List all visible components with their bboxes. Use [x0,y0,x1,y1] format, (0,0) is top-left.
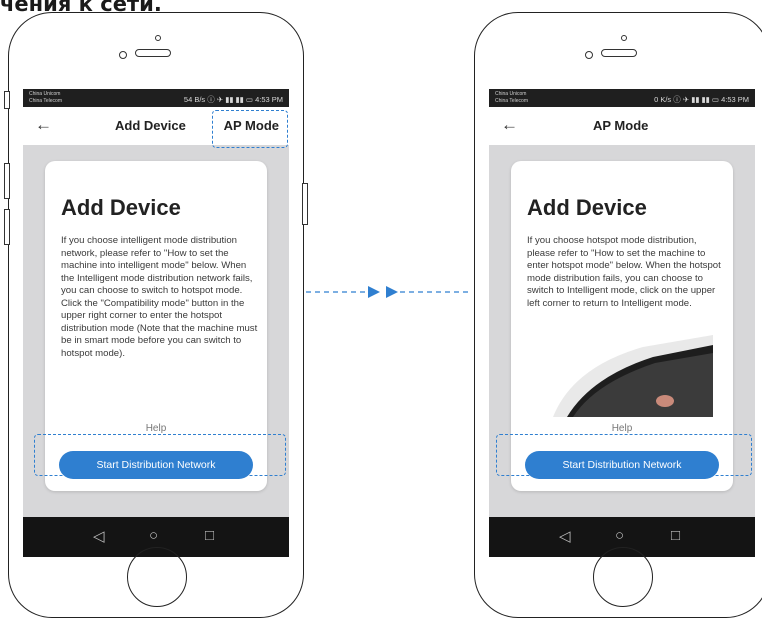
power-button [302,183,308,225]
nav-back-icon[interactable]: ◁ [93,527,105,545]
nav-recent-icon[interactable]: □ [671,527,680,544]
volume-up-button [4,163,10,199]
nav-recent-icon[interactable]: □ [205,527,214,544]
speaker-grille [601,49,637,57]
carrier-line-2: China Telecom [495,98,528,104]
screen-right: China Unicom China Telecom 0 K/s ⓘ ✈ ▮▮ … [489,89,755,557]
camera-dot [155,35,161,41]
help-link[interactable]: Help [45,423,267,434]
ap-mode-highlight [212,110,288,148]
back-arrow-icon[interactable]: ← [35,115,52,135]
card-instructions: If you choose intelligent mode distribut… [61,235,258,359]
carrier-line-2: China Telecom [29,98,62,104]
phone-frame-left: China Unicom China Telecom 54 B/s ⓘ ✈ ▮▮… [4,12,308,618]
carrier-label: China Unicom China Telecom [495,91,528,105]
side-button [4,91,10,109]
status-indicators: 0 K/s ⓘ ✈ ▮▮ ▮▮ ▭ 4:53 PM [654,95,749,104]
carrier-label: China Unicom China Telecom [29,91,62,105]
status-bar: China Unicom China Telecom 0 K/s ⓘ ✈ ▮▮ … [489,89,755,107]
flow-arrow [306,286,472,298]
sensor-icon [119,51,127,59]
carrier-line-1: China Unicom [29,91,61,97]
app-bar: ← AP Mode [489,107,755,145]
nav-home-icon[interactable]: ○ [615,527,624,544]
speaker-grille [135,49,171,57]
screen-left: China Unicom China Telecom 54 B/s ⓘ ✈ ▮▮… [23,89,289,557]
phone-illustration-image [533,327,713,417]
status-indicators: 54 B/s ⓘ ✈ ▮▮ ▮▮ ▭ 4:53 PM [183,95,283,104]
start-button-highlight-right [496,434,752,476]
home-button[interactable] [127,547,187,607]
page-title: Add Device [115,118,186,133]
help-link[interactable]: Help [511,423,733,434]
camera-dot [621,35,627,41]
card-title: Add Device [61,195,181,220]
card-instructions: If you choose hotspot mode distribution,… [527,235,721,309]
nav-back-icon[interactable]: ◁ [559,527,571,545]
page-title: AP Mode [593,118,649,133]
nav-home-icon[interactable]: ○ [149,527,158,544]
card-title: Add Device [527,195,647,220]
back-arrow-icon[interactable]: ← [501,115,518,135]
carrier-line-1: China Unicom [495,91,527,97]
phone-frame-right: China Unicom China Telecom 0 K/s ⓘ ✈ ▮▮ … [474,12,762,618]
home-button[interactable] [593,547,653,607]
status-bar: China Unicom China Telecom 54 B/s ⓘ ✈ ▮▮… [23,89,289,107]
sensor-icon [585,51,593,59]
volume-down-button [4,209,10,245]
start-button-highlight-left [34,434,286,476]
